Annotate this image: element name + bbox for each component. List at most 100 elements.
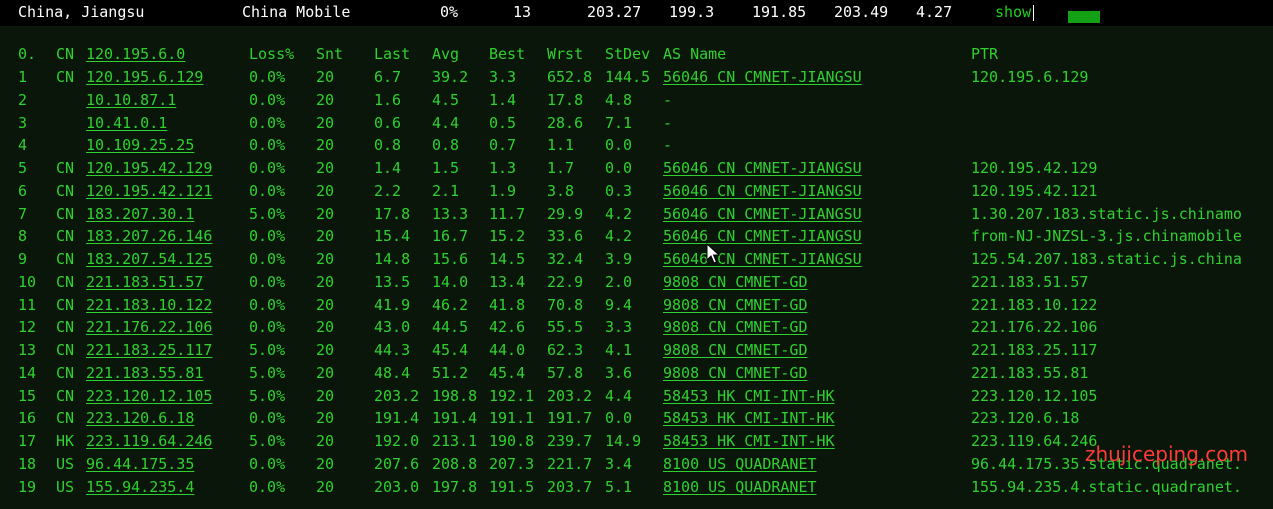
hop-ip-link[interactable]: 120.195.42.129 <box>86 157 212 179</box>
wrst-value: 70.8 <box>547 295 584 314</box>
loss-value: 0.0% <box>249 227 286 246</box>
mtr-results-panel: 0. CN 120.195.6.0 Loss% Snt Last Avg Bes… <box>0 26 1273 509</box>
last-value: 203.2 <box>374 386 420 405</box>
as-name-value: - <box>663 113 673 132</box>
loss-value: 0.0% <box>249 90 286 109</box>
loss-value: 0.0% <box>249 113 286 132</box>
loss-value: 0.0% <box>249 250 286 268</box>
hop-number: 12 <box>18 318 37 337</box>
status-indicator <box>1068 11 1100 23</box>
table-row: 18 US 96.44.175.35 0.0% 20 207.6 208.8 207.3 221… <box>0 453 1273 475</box>
table-row: 15 CN 223.120.12.105 5.0% 20 203.2 198.8 192.1 2… <box>0 385 1273 407</box>
table-row: 6 CN 120.195.42.121 0.0% 20 2.2 2.1 1.9 3.8 0.3 56… <box>0 180 1273 202</box>
hop-ip-link[interactable]: 221.183.51.57 <box>86 271 203 293</box>
summary-isp: China Mobile <box>242 3 351 21</box>
hop-ip-link[interactable]: 223.120.6.18 <box>86 407 194 429</box>
snt-value: 20 <box>316 477 335 496</box>
country-code: CN <box>56 295 75 314</box>
hop-ip-link[interactable]: 183.207.26.146 <box>86 225 212 247</box>
as-name-link[interactable]: 58453 HK CMI-INT-HK <box>663 407 835 429</box>
table-row: 13 CN 221.183.25.117 5.0% 20 44.3 45.4 44.0 62.3… <box>0 339 1273 361</box>
hop-number: 6 <box>18 181 28 200</box>
loss-value: 0.0% <box>249 181 286 200</box>
hop-ip-link[interactable]: 10.41.0.1 <box>86 112 167 134</box>
avg-value: 4.5 <box>432 90 460 109</box>
wrst-value: 203.2 <box>547 386 593 405</box>
country-code: CN <box>56 204 75 223</box>
hop-number: 19 <box>18 477 37 496</box>
snt-value: 20 <box>316 386 335 405</box>
as-name-link[interactable]: 56046 CN CMNET-JIANGSU <box>663 248 862 270</box>
snt-value: 20 <box>316 454 335 473</box>
hop-ip-link[interactable]: 223.120.12.105 <box>86 385 212 407</box>
country-code: CN <box>56 386 75 405</box>
loss-value: 5.0% <box>249 341 286 359</box>
as-name-link[interactable]: 9808 CN CMNET-GD <box>663 294 808 316</box>
stdev-value: 3.3 <box>605 318 633 337</box>
hop-ip-link[interactable]: 183.207.54.125 <box>86 248 212 270</box>
wrst-value: 29.9 <box>547 204 584 223</box>
avg-value: 14.0 <box>432 272 469 291</box>
as-name-link[interactable]: 8100 US QUADRANET <box>663 453 817 475</box>
as-name-link[interactable]: 56046 CN CMNET-JIANGSU <box>663 225 862 247</box>
best-value: 11.7 <box>489 204 526 223</box>
hop-ip-link[interactable]: 183.207.30.1 <box>86 203 194 225</box>
as-name-link[interactable]: 56046 CN CMNET-JIANGSU <box>663 180 862 202</box>
stdev-value: 4.2 <box>605 227 633 246</box>
hop-ip-link[interactable]: 223.119.64.246 <box>86 430 212 452</box>
as-name-link[interactable]: 56046 CN CMNET-JIANGSU <box>663 66 862 88</box>
as-name-link[interactable]: 56046 CN CMNET-JIANGSU <box>663 203 862 225</box>
as-name-link[interactable]: 9808 CN CMNET-GD <box>663 362 808 384</box>
hop-ip-link[interactable]: 221.183.25.117 <box>86 339 212 361</box>
avg-value: 15.6 <box>432 250 469 268</box>
hop-number: 11 <box>18 295 37 314</box>
hop-ip-link[interactable]: 96.44.175.35 <box>86 453 194 475</box>
country-code: CN <box>56 341 75 359</box>
stdev-value: 3.9 <box>605 250 633 268</box>
best-value: 41.8 <box>489 295 526 314</box>
loss-value: 0.0% <box>249 409 286 428</box>
hop-ip-link[interactable]: 10.109.25.25 <box>86 134 194 156</box>
hop-ip-link[interactable]: 120.195.6.129 <box>86 66 203 88</box>
as-name-link[interactable]: 56046 CN CMNET-JIANGSU <box>663 157 862 179</box>
stdev-value: 0.0 <box>605 159 633 177</box>
hop-ip-link[interactable]: 221.183.55.81 <box>86 362 203 384</box>
avg-value: 4.4 <box>432 113 460 132</box>
last-value: 44.3 <box>374 341 411 359</box>
header-wrst: Wrst <box>547 45 584 63</box>
as-name-link[interactable]: 8100 US QUADRANET <box>663 476 817 498</box>
best-value: 0.7 <box>489 136 517 155</box>
table-row: 10 CN 221.183.51.57 0.0% 20 13.5 14.0 13.4 22.9 2… <box>0 271 1273 293</box>
wrst-value: 55.5 <box>547 318 584 337</box>
header-snt: Snt <box>316 45 344 63</box>
header-cc: CN <box>56 45 75 63</box>
as-name-link[interactable]: 58453 HK CMI-INT-HK <box>663 385 835 407</box>
loss-value: 0.0% <box>249 136 286 155</box>
as-name-link[interactable]: 58453 HK CMI-INT-HK <box>663 430 835 452</box>
wrst-value: 32.4 <box>547 250 584 268</box>
as-name-link[interactable]: 9808 CN CMNET-GD <box>663 339 808 361</box>
loss-value: 5.0% <box>249 363 286 382</box>
hop-number: 15 <box>18 386 37 405</box>
hop-ip-link[interactable]: 221.183.10.122 <box>86 294 212 316</box>
last-value: 0.6 <box>374 113 402 132</box>
hop-ip-link[interactable]: 155.94.235.4 <box>86 476 194 498</box>
summary-snt: 13 <box>513 3 532 21</box>
as-name-link[interactable]: 9808 CN CMNET-GD <box>663 316 808 338</box>
hop-ip-link[interactable]: 120.195.42.121 <box>86 180 212 202</box>
table-row: 8 CN 183.207.26.146 0.0% 20 15.4 16.7 15.2 33.6 4… <box>0 225 1273 247</box>
show-toggle-link[interactable]: show <box>995 3 1031 21</box>
best-value: 207.3 <box>489 454 535 473</box>
country-code: CN <box>56 159 75 177</box>
wrst-value: 62.3 <box>547 341 584 359</box>
best-value: 45.4 <box>489 363 526 382</box>
as-name-link[interactable]: 9808 CN CMNET-GD <box>663 271 808 293</box>
snt-value: 20 <box>316 68 335 86</box>
text-caret <box>1033 5 1034 21</box>
header-ip-link[interactable]: 120.195.6.0 <box>86 43 185 65</box>
hop-number: 16 <box>18 409 37 428</box>
hop-ip-link[interactable]: 221.176.22.106 <box>86 316 212 338</box>
hop-ip-link[interactable]: 10.10.87.1 <box>86 89 176 111</box>
stdev-value: 0.0 <box>605 409 633 428</box>
table-row: 12 CN 221.176.22.106 0.0% 20 43.0 44.5 42.6 55.5… <box>0 316 1273 338</box>
